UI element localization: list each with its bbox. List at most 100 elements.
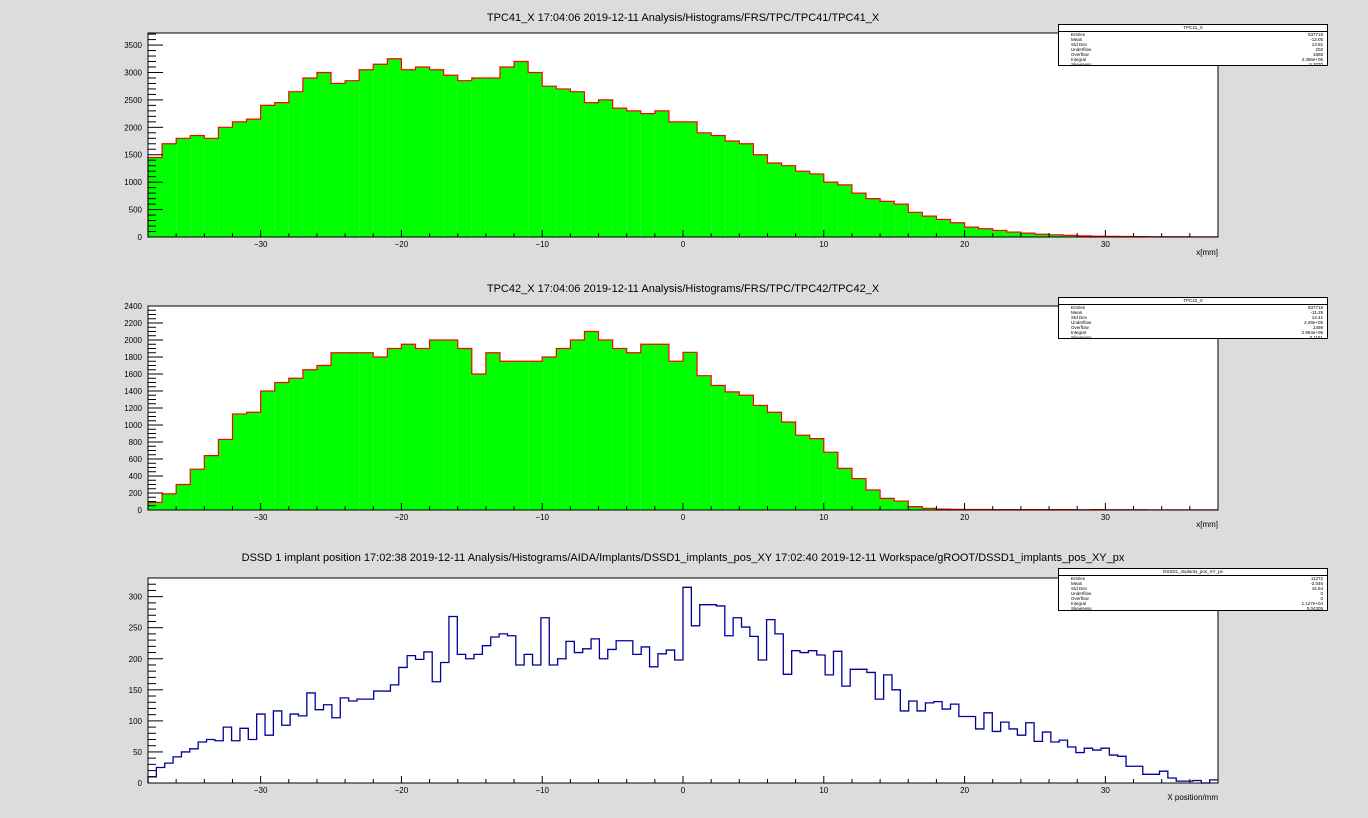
histogram-bin — [640, 344, 655, 510]
histogram-bin — [725, 141, 740, 237]
histogram-bin — [173, 757, 181, 783]
y-tick-label: 1400 — [124, 387, 142, 396]
histogram-bin — [894, 501, 909, 510]
histogram-bin — [345, 352, 360, 510]
histogram-bin — [725, 391, 740, 510]
histogram-bin — [316, 365, 332, 510]
histogram-bin — [246, 119, 261, 237]
histogram-bin — [390, 685, 398, 783]
x-tick-label: 30 — [1101, 513, 1110, 522]
histogram-bin — [401, 69, 416, 237]
stats-row: Skewness 0.04305 — [1059, 606, 1327, 611]
x-tick-label: 30 — [1101, 786, 1110, 795]
y-tick-label: 0 — [138, 233, 143, 242]
histogram-bin — [516, 665, 524, 783]
histogram-bin — [909, 701, 917, 783]
histogram-bin — [415, 67, 430, 237]
histogram-bin — [507, 636, 515, 783]
histogram-bin — [190, 749, 198, 783]
x-tick-label: 10 — [819, 513, 828, 522]
histogram-bin — [542, 86, 557, 238]
histogram-bin — [936, 219, 951, 237]
histogram-bin — [967, 717, 975, 783]
histogram-bin — [833, 651, 841, 783]
y-tick-label: 2200 — [124, 319, 142, 328]
x-tick-label: −10 — [535, 240, 549, 249]
histogram-bin — [753, 405, 768, 510]
histogram-bin — [608, 649, 616, 783]
histogram-bin — [223, 727, 231, 783]
x-tick-label: 0 — [681, 240, 686, 249]
y-tick-label: 100 — [129, 717, 143, 726]
histogram-bin — [925, 703, 933, 783]
histogram-bin — [842, 686, 850, 783]
histogram-bin — [207, 740, 215, 783]
x-tick-label: −10 — [535, 513, 549, 522]
x-tick-label: 0 — [681, 513, 686, 522]
histogram-bin — [591, 639, 599, 783]
histogram-bin — [739, 395, 754, 510]
histogram-bin — [331, 83, 346, 237]
stats-title: TPC42_X — [1059, 298, 1327, 305]
histogram-bin — [429, 69, 444, 237]
histogram-bin — [583, 649, 591, 783]
histogram-bin — [257, 714, 265, 783]
x-tick-label: −20 — [395, 240, 409, 249]
y-tick-label: 1000 — [124, 421, 142, 430]
histogram-bin — [624, 641, 632, 783]
histogram-bin — [783, 674, 791, 783]
histogram-bin — [528, 72, 543, 237]
histogram-bin — [992, 230, 1007, 237]
stats-value: 0.1161 — [1309, 335, 1323, 340]
histogram-bin — [697, 132, 712, 237]
histogram-bin — [900, 711, 908, 783]
y-tick-label: 2400 — [124, 302, 142, 311]
histogram-bin — [176, 138, 191, 237]
histogram-bin — [850, 669, 858, 783]
histogram-bin — [556, 88, 571, 237]
histogram-bin — [432, 682, 440, 783]
histogram-bin — [260, 391, 275, 510]
histogram-bin — [942, 709, 950, 783]
histogram-bin — [240, 728, 248, 783]
histogram-bin — [466, 659, 474, 783]
y-tick-label: 3500 — [124, 41, 142, 50]
histogram-bin — [457, 80, 472, 237]
histogram-bin — [725, 636, 733, 783]
histogram-bin — [808, 651, 816, 783]
stats-box: DSSD1_implants_pos_XY_px Entries 11272 Mean… — [1058, 568, 1328, 611]
histogram-bin — [260, 105, 275, 237]
histogram-bin — [1017, 735, 1025, 783]
histogram-bin — [471, 77, 486, 237]
histogram-bin — [499, 67, 515, 237]
histogram-bin — [566, 641, 574, 783]
histogram-bin — [373, 357, 388, 510]
histogram-bin — [474, 654, 482, 783]
histogram-bin — [1001, 722, 1009, 783]
y-tick-label: 200 — [129, 655, 143, 664]
histogram-bin — [1059, 740, 1067, 783]
histogram-bin — [570, 91, 585, 237]
histogram-bin — [1006, 232, 1021, 237]
histogram-bin — [894, 204, 909, 237]
histogram-bin — [800, 653, 808, 783]
histogram-bin — [176, 484, 191, 510]
histogram-bin — [795, 435, 810, 510]
histogram-bin — [457, 348, 472, 510]
histogram-bin — [345, 80, 360, 237]
histogram-bin — [1159, 771, 1167, 783]
histogram-bin — [984, 713, 992, 783]
histogram-bin — [1009, 729, 1017, 783]
histogram-bin — [288, 378, 303, 510]
histogram-bin — [416, 659, 424, 783]
histogram-bin — [499, 634, 507, 783]
histogram-bin — [584, 102, 599, 237]
histogram-bin — [204, 455, 219, 510]
x-tick-label: −30 — [254, 513, 268, 522]
histogram-bin — [485, 77, 500, 237]
y-tick-label: 0 — [138, 779, 143, 788]
x-axis-label: x[mm] — [1196, 520, 1218, 529]
histogram-bin — [934, 702, 942, 783]
histogram-bin — [324, 705, 332, 783]
histogram-bin — [298, 716, 306, 783]
